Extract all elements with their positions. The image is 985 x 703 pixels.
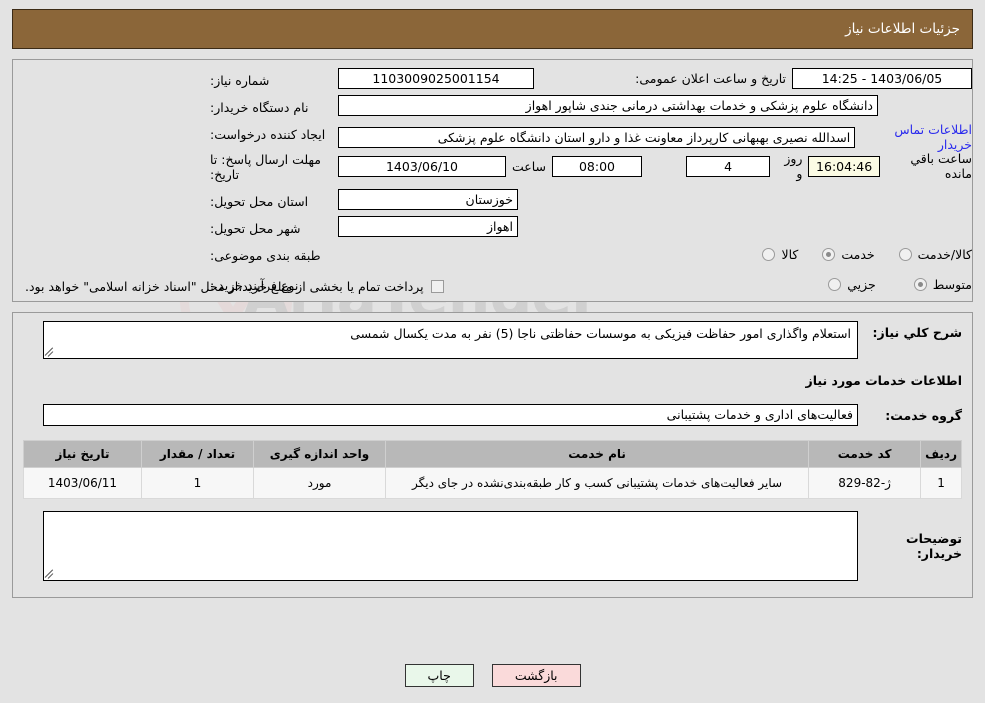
- cell-unit: مورد: [253, 467, 386, 499]
- buyer-org-field: دانشگاه علوم پزشکی و خدمات بهداشتی درمان…: [338, 95, 878, 116]
- service-group-field: فعالیت‌های اداری و خدمات پشتیبانی: [43, 404, 858, 426]
- page-title-bar: جزئیات اطلاعات نیاز: [12, 9, 973, 49]
- services-table-wrap: ردیف کد خدمت نام خدمت واحد اندازه گیری ت…: [13, 426, 972, 499]
- th-unit: واحد اندازه گیری: [253, 440, 386, 468]
- print-button[interactable]: چاپ: [404, 664, 474, 687]
- category-option-2-radio[interactable]: [822, 248, 836, 261]
- need-number-label: شماره نیاز:: [210, 73, 270, 88]
- th-date: تاریخ نیاز: [23, 440, 142, 468]
- treasury-checkbox-row[interactable]: پرداخت تمام یا بخشی از مبلغ خرید،از محل …: [25, 279, 444, 294]
- th-code: کد خدمت: [808, 440, 922, 468]
- cell-name: سایر فعالیت‌های خدمات پشتیبانی کسب و کار…: [384, 467, 810, 499]
- process-option-1-radio[interactable]: [828, 278, 842, 291]
- category-label: طبقه بندی موضوعی:: [210, 248, 321, 263]
- remaining-days-suffix-label: روز و: [784, 151, 803, 181]
- services-section-title: اطلاعات خدمات مورد نیاز: [805, 373, 963, 388]
- row-need-number: 1403/06/05 - 14:25 تاریخ و ساعت اعلان عم…: [13, 68, 972, 95]
- buyer-notes-textarea[interactable]: [43, 511, 858, 581]
- need-info-panel: 1403/06/05 - 14:25 تاریخ و ساعت اعلان عم…: [12, 59, 973, 302]
- need-number-field: 1103009025001154: [338, 68, 534, 89]
- services-table: ردیف کد خدمت نام خدمت واحد اندازه گیری ت…: [23, 440, 962, 499]
- remaining-days-field: 4: [685, 155, 771, 177]
- deadline-time-field: 08:00: [552, 155, 642, 177]
- row-buyer-notes: توضیحات خریدار:: [13, 499, 972, 591]
- category-option-1[interactable]: کالا: [762, 247, 798, 262]
- category-option-3-radio[interactable]: [898, 248, 912, 261]
- remaining-suffix-label: ساعت باقي مانده: [910, 151, 972, 181]
- row-city: اهواز شهر محل تحویل:: [13, 216, 972, 243]
- resize-grip-icon[interactable]: [44, 347, 56, 357]
- requester-label: ایجاد کننده درخواست:: [210, 127, 326, 142]
- th-name: نام خدمت: [384, 440, 810, 468]
- process-option-1-label: جزیي: [847, 277, 876, 292]
- summary-text: استعلام واگذاری امور حفاظت فیزیکی به موس…: [350, 326, 851, 341]
- province-label: استان محل تحویل:: [210, 194, 309, 209]
- buyer-contact-link[interactable]: اطلاعات تماس خریدار: [861, 122, 972, 152]
- row-buyer-org: دانشگاه علوم پزشکی و خدمات بهداشتی درمان…: [13, 95, 972, 122]
- page-title: جزئیات اطلاعات نیاز: [845, 21, 960, 37]
- row-service-group: گروه خدمت: فعالیت‌های اداری و خدمات پشتی…: [13, 388, 972, 426]
- table-header-row: ردیف کد خدمت نام خدمت واحد اندازه گیری ت…: [23, 440, 962, 468]
- province-field: خوزستان: [338, 189, 518, 210]
- row-category: کالا/خدمت خدمت کالا طبقه بندی موضوعی:: [13, 243, 972, 273]
- service-group-label: گروه خدمت:: [885, 407, 962, 423]
- services-panel: شرح کلي نیاز: استعلام واگذاری امور حفاظت…: [12, 312, 973, 598]
- category-option-3[interactable]: کالا/خدمت: [898, 247, 972, 262]
- footer-actions: بازگشت چاپ: [0, 664, 985, 687]
- category-option-2[interactable]: خدمت: [822, 247, 875, 262]
- deadline-time-label: ساعت: [512, 158, 547, 174]
- remaining-clock-field: 16:04:46: [808, 155, 880, 177]
- deadline-date-field: 1403/06/10: [338, 155, 506, 177]
- announce-datetime-label: تاریخ و ساعت اعلان عمومی:: [635, 71, 786, 86]
- cell-code: ژ-82-829: [808, 467, 922, 499]
- th-qty: تعداد / مقدار: [141, 440, 254, 468]
- buyer-org-label: نام دستگاه خریدار:: [210, 100, 309, 115]
- row-requester: اطلاعات تماس خریدار اسدالله نصیری بهبهان…: [13, 122, 972, 152]
- th-index: ردیف: [920, 440, 962, 468]
- category-option-1-radio[interactable]: [762, 248, 776, 261]
- category-option-2-label: خدمت: [841, 247, 875, 262]
- city-label: شهر محل تحویل:: [210, 221, 301, 236]
- process-option-2-label: متوسط: [932, 277, 972, 292]
- treasury-checkbox-label: پرداخت تمام یا بخشی از مبلغ خرید،از محل …: [25, 279, 424, 294]
- category-option-1-label: کالا: [781, 247, 799, 262]
- cell-date: 1403/06/11: [23, 467, 142, 499]
- category-option-3-label: کالا/خدمت: [917, 247, 972, 262]
- row-province: خوزستان استان محل تحویل:: [13, 189, 972, 216]
- row-summary: شرح کلي نیاز: استعلام واگذاری امور حفاظت…: [13, 313, 972, 359]
- process-option-1[interactable]: جزیي: [828, 277, 876, 292]
- row-deadline: ساعت باقي مانده 16:04:46 روز و 4 08:00 س…: [13, 149, 972, 189]
- table-row: 1 ژ-82-829 سایر فعالیت‌های خدمات پشتیبان…: [23, 467, 962, 499]
- summary-label: شرح کلي نیاز:: [872, 325, 962, 340]
- page-root: جزئیات اطلاعات نیاز 1403/06/05 - 14:25 ت…: [0, 9, 985, 598]
- summary-textarea[interactable]: استعلام واگذاری امور حفاظت فیزیکی به موس…: [43, 321, 858, 359]
- cell-qty: 1: [141, 467, 254, 499]
- buyer-notes-label: توضیحات خریدار:: [906, 531, 962, 561]
- cell-index: 1: [920, 467, 962, 499]
- process-option-2[interactable]: متوسط: [913, 277, 972, 292]
- city-field: اهواز: [338, 216, 518, 237]
- category-radio-group: کالا/خدمت خدمت کالا: [762, 247, 972, 262]
- process-radio-group: متوسط جزیي: [828, 277, 972, 292]
- deadline-label: مهلت ارسال پاسخ: تا تاریخ:: [210, 152, 321, 182]
- announce-datetime-field: 1403/06/05 - 14:25: [792, 68, 972, 89]
- resize-grip-icon-2[interactable]: [44, 569, 56, 579]
- process-option-2-radio[interactable]: [913, 278, 927, 291]
- treasury-checkbox[interactable]: [430, 280, 444, 293]
- requester-field: اسدالله نصیری بهبهانی کارپرداز معاونت غذ…: [338, 126, 856, 148]
- back-button[interactable]: بازگشت: [491, 664, 581, 687]
